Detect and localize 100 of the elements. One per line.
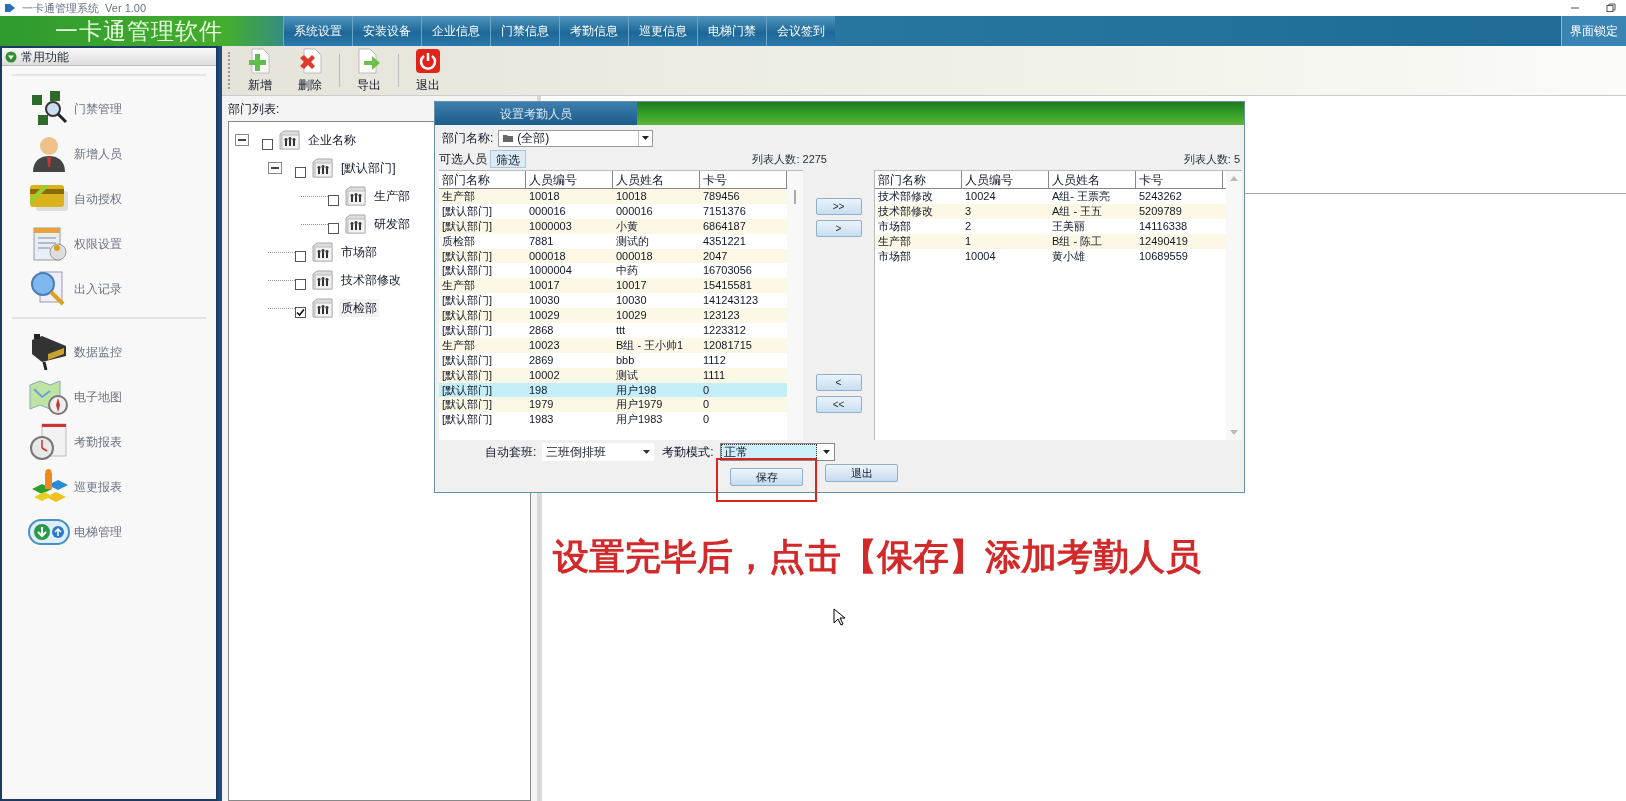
table-row[interactable]: 生产部 10018 10018 789456 [439,189,787,204]
table-cell-text: 10030 [615,293,648,309]
field-label: 自动套班: [485,444,537,461]
table-cell-text: [默认部门] [441,293,494,309]
tree-node[interactable]: 技术部修改 [339,271,403,289]
table-cell-text: 10017 [528,278,561,294]
sidebar-item[interactable]: 门禁管理 [28,86,206,131]
menu-item[interactable]: 会议签到 [766,16,835,46]
table-cell-text: A组 - 王五 [1051,203,1104,219]
column-header[interactable]: 人员编号 [962,171,1049,188]
shift-dropdown[interactable]: 三班倒排班 [542,443,655,461]
table-cell-text: 1000003 [528,218,573,234]
toolbar-button[interactable]: 退出 [403,46,453,95]
menu-item[interactable]: 考勤信息 [559,16,628,46]
expander[interactable] [235,134,249,146]
sidebar-item[interactable]: 巡更报表 [28,464,206,509]
transfer-button[interactable]: < [815,374,862,391]
table-row[interactable]: [默认部门] 10029 10029 123123 [439,308,787,323]
sidebar-item[interactable]: 新增人员 [28,131,206,176]
table-cell-text: 生产部 [441,337,476,353]
toolbar-button[interactable]: 删除 [285,46,335,95]
table-row[interactable]: [默认部门] 1979 用户1979 0 [439,397,787,413]
tree-node[interactable]: 研发部 [372,215,412,233]
table-cell-text: 7151376 [702,203,747,219]
sidebar-title: 常用功能 [21,48,69,66]
dropdown-caret-icon[interactable] [643,450,651,454]
table-cell-text: 1 [964,233,973,249]
mode-dropdown[interactable]: 正常 [719,443,835,461]
sidebar-item[interactable]: 电子地图 [28,374,206,419]
table-cell-text: [默认部门] [441,382,494,398]
column-header[interactable]: 部门名称 [875,171,962,188]
scroll-thumb[interactable] [794,190,796,204]
add-document-icon [247,47,273,74]
column-header[interactable]: 部门名称 [439,171,526,188]
table-cell-text: 0 [702,397,711,413]
checkbox[interactable] [328,194,339,206]
table-cell-text: 3 [964,203,973,219]
checkbox[interactable] [295,278,306,290]
transfer-button[interactable]: << [815,396,862,413]
dialog-button[interactable]: 保存 [730,468,803,486]
table-cell-text: 0 [702,382,711,398]
checkbox[interactable] [295,306,306,318]
sidebar-item[interactable]: 自动授权 [28,176,206,221]
transfer-button[interactable]: > [815,220,862,237]
transfer-button[interactable]: >> [815,198,862,215]
column-header[interactable]: 人员姓名 [613,171,700,188]
column-header[interactable]: 卡号 [1136,171,1223,188]
table-cell-text: 2 [964,218,973,234]
tree-node[interactable]: [默认部门] [339,159,398,177]
table-cell-text: 10017 [615,278,648,294]
sidebar-item[interactable]: 电梯管理 [28,509,206,554]
table-cell-text: 质检部 [441,233,476,249]
column-header[interactable]: 人员姓名 [1049,171,1136,188]
checkbox[interactable] [295,250,306,262]
sidebar-header[interactable]: 常用功能 [2,48,216,66]
dropdown-caret-icon[interactable] [822,450,830,454]
table-cell-text: [默认部门] [441,323,494,338]
sidebar-item[interactable]: 出入记录 [28,266,206,311]
tree-node[interactable]: 市场部 [339,243,379,261]
table-cell-text: 000018 [528,248,567,264]
department-icon [312,157,334,179]
toolbar-button[interactable]: 新增 [235,46,285,95]
filter-button[interactable]: 筛选 [490,150,526,168]
table-cell-text: 测试的 [615,233,650,249]
collapse-icon[interactable] [5,50,17,63]
table-cell-text: 10029 [615,308,648,323]
department-dropdown[interactable]: (全部) [498,129,654,147]
table-cell-text: 198 [528,382,549,398]
checkbox[interactable] [295,166,306,178]
checkbox[interactable] [328,222,339,234]
expander[interactable] [268,162,282,174]
table-cell-text: 000016 [528,203,567,219]
checkbox[interactable] [262,138,273,150]
table-cell-text: 生产部 [441,278,476,294]
table-cell-text: 123123 [702,308,741,323]
export-document-icon [356,47,382,74]
toolbar-button[interactable]: 导出 [344,46,394,95]
lock-button[interactable]: 界面锁定 [1561,16,1626,46]
table-row[interactable]: 生产部 10017 10017 15415581 [439,278,787,294]
sidebar-item[interactable]: 权限设置 [28,221,206,266]
restore-icon[interactable] [1606,3,1616,13]
menu-item[interactable]: 电梯门禁 [697,16,766,46]
menu-item[interactable]: 企业信息 [421,16,490,46]
column-header[interactable]: 人员编号 [526,171,613,188]
table-cell-text: bbb [615,352,636,368]
window-title: 一卡通管理系统 Ver 1.00 [22,0,147,16]
dialog-button[interactable]: 退出 [825,464,898,482]
menu-item[interactable]: 巡更信息 [628,16,697,46]
tree-node[interactable]: 企业名称 [306,131,358,149]
tree-node[interactable]: 生产部 [372,187,412,205]
app-title: 一卡通管理软件 [54,16,224,46]
menu-item[interactable]: 系统设置 [283,16,352,46]
menu-item[interactable]: 门禁信息 [490,16,559,46]
dropdown-caret-icon[interactable] [642,136,650,140]
tree-node[interactable]: 质检部 [339,299,379,317]
table-cell-text: 2047 [702,248,729,264]
menu-item[interactable]: 安装设备 [352,16,421,46]
sidebar-item[interactable]: 数据监控 [28,329,206,374]
sidebar-item[interactable]: 考勤报表 [28,419,206,464]
field-label: 部门名称: [442,130,494,147]
